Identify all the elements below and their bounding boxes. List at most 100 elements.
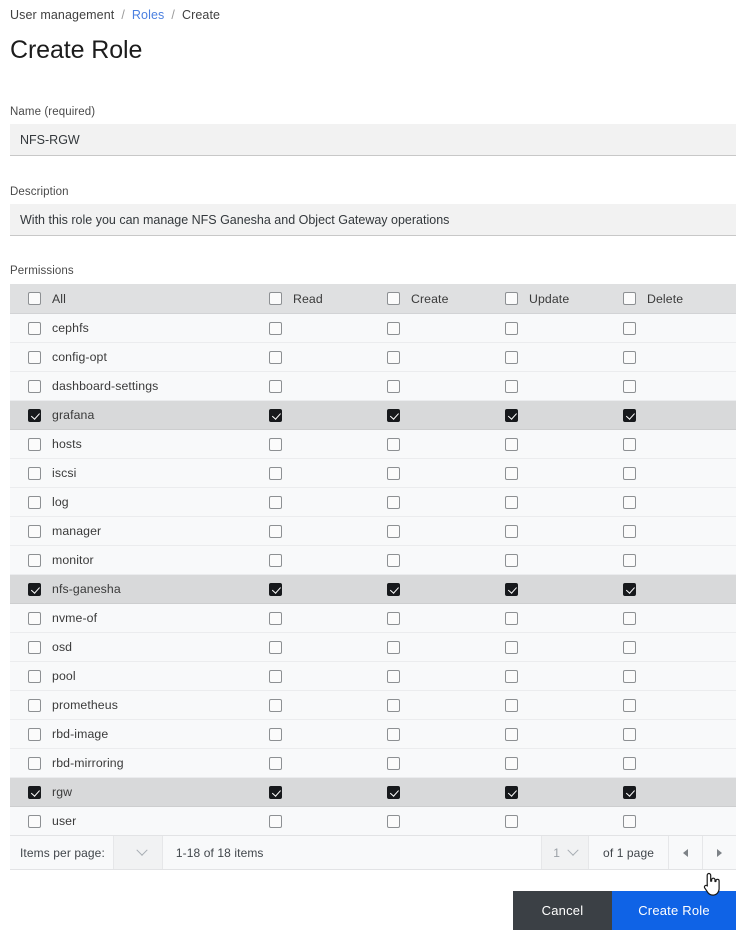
- checkbox-update-cephfs[interactable]: [505, 321, 518, 335]
- checkbox-all-config-opt[interactable]: [28, 350, 41, 364]
- checkbox-read-dashboard-settings[interactable]: [269, 379, 282, 393]
- checkbox-delete-rgw[interactable]: [623, 785, 636, 799]
- checkbox-create-grafana[interactable]: [387, 408, 400, 422]
- breadcrumb-item-user-management[interactable]: User management: [10, 8, 114, 22]
- checkbox-read-rbd-image[interactable]: [269, 727, 282, 741]
- checkbox-header-read[interactable]: [269, 292, 282, 305]
- checkbox-read-config-opt[interactable]: [269, 350, 282, 364]
- checkbox-create-pool[interactable]: [387, 669, 400, 683]
- checkbox-delete-dashboard-settings[interactable]: [623, 379, 636, 393]
- checkbox-update-nfs-ganesha[interactable]: [505, 582, 518, 596]
- checkbox-all-nvme-of[interactable]: [28, 611, 41, 625]
- checkbox-update-prometheus[interactable]: [505, 698, 518, 712]
- checkbox-all-rbd-mirroring[interactable]: [28, 756, 41, 770]
- checkbox-header-update[interactable]: [505, 292, 518, 305]
- checkbox-all-user[interactable]: [28, 814, 41, 828]
- checkbox-header-create[interactable]: [387, 292, 400, 305]
- checkbox-create-monitor[interactable]: [387, 553, 400, 567]
- checkbox-delete-log[interactable]: [623, 495, 636, 509]
- checkbox-create-nvme-of[interactable]: [387, 611, 400, 625]
- previous-page-button[interactable]: [669, 836, 703, 869]
- checkbox-all-manager[interactable]: [28, 524, 41, 538]
- checkbox-update-pool[interactable]: [505, 669, 518, 683]
- checkbox-read-nfs-ganesha[interactable]: [269, 582, 282, 596]
- checkbox-create-rbd-image[interactable]: [387, 727, 400, 741]
- checkbox-read-rbd-mirroring[interactable]: [269, 756, 282, 770]
- checkbox-delete-iscsi[interactable]: [623, 466, 636, 480]
- checkbox-delete-rbd-mirroring[interactable]: [623, 756, 636, 770]
- checkbox-all-grafana[interactable]: [28, 408, 41, 422]
- breadcrumb-item-roles[interactable]: Roles: [132, 8, 164, 22]
- checkbox-delete-pool[interactable]: [623, 669, 636, 683]
- checkbox-all-rbd-image[interactable]: [28, 727, 41, 741]
- checkbox-read-hosts[interactable]: [269, 437, 282, 451]
- checkbox-delete-user[interactable]: [623, 814, 636, 828]
- checkbox-create-config-opt[interactable]: [387, 350, 400, 364]
- checkbox-update-rgw[interactable]: [505, 785, 518, 799]
- checkbox-update-log[interactable]: [505, 495, 518, 509]
- checkbox-delete-monitor[interactable]: [623, 553, 636, 567]
- checkbox-update-monitor[interactable]: [505, 553, 518, 567]
- description-input[interactable]: [10, 204, 736, 236]
- checkbox-update-grafana[interactable]: [505, 408, 518, 422]
- checkbox-update-dashboard-settings[interactable]: [505, 379, 518, 393]
- checkbox-header-all[interactable]: [28, 292, 41, 305]
- checkbox-all-cephfs[interactable]: [28, 321, 41, 335]
- checkbox-create-log[interactable]: [387, 495, 400, 509]
- checkbox-read-log[interactable]: [269, 495, 282, 509]
- checkbox-header-delete[interactable]: [623, 292, 636, 305]
- checkbox-all-osd[interactable]: [28, 640, 41, 654]
- checkbox-update-config-opt[interactable]: [505, 350, 518, 364]
- checkbox-create-nfs-ganesha[interactable]: [387, 582, 400, 596]
- checkbox-delete-grafana[interactable]: [623, 408, 636, 422]
- checkbox-delete-hosts[interactable]: [623, 437, 636, 451]
- checkbox-read-osd[interactable]: [269, 640, 282, 654]
- name-input[interactable]: [10, 124, 736, 156]
- checkbox-read-manager[interactable]: [269, 524, 282, 538]
- checkbox-create-hosts[interactable]: [387, 437, 400, 451]
- checkbox-delete-osd[interactable]: [623, 640, 636, 654]
- checkbox-read-cephfs[interactable]: [269, 321, 282, 335]
- checkbox-create-osd[interactable]: [387, 640, 400, 654]
- checkbox-delete-rbd-image[interactable]: [623, 727, 636, 741]
- checkbox-read-monitor[interactable]: [269, 553, 282, 567]
- checkbox-read-nvme-of[interactable]: [269, 611, 282, 625]
- checkbox-create-user[interactable]: [387, 814, 400, 828]
- checkbox-all-dashboard-settings[interactable]: [28, 379, 41, 393]
- checkbox-delete-manager[interactable]: [623, 524, 636, 538]
- checkbox-update-iscsi[interactable]: [505, 466, 518, 480]
- cancel-button[interactable]: Cancel: [513, 891, 612, 930]
- checkbox-all-log[interactable]: [28, 495, 41, 509]
- checkbox-delete-cephfs[interactable]: [623, 321, 636, 335]
- checkbox-all-nfs-ganesha[interactable]: [28, 582, 41, 596]
- checkbox-create-cephfs[interactable]: [387, 321, 400, 335]
- checkbox-all-hosts[interactable]: [28, 437, 41, 451]
- checkbox-read-user[interactable]: [269, 814, 282, 828]
- checkbox-read-prometheus[interactable]: [269, 698, 282, 712]
- checkbox-read-grafana[interactable]: [269, 408, 282, 422]
- next-page-button[interactable]: [703, 836, 736, 869]
- checkbox-update-rbd-image[interactable]: [505, 727, 518, 741]
- checkbox-update-rbd-mirroring[interactable]: [505, 756, 518, 770]
- checkbox-create-iscsi[interactable]: [387, 466, 400, 480]
- checkbox-update-manager[interactable]: [505, 524, 518, 538]
- create-role-button[interactable]: Create Role: [612, 891, 736, 930]
- checkbox-update-osd[interactable]: [505, 640, 518, 654]
- checkbox-update-user[interactable]: [505, 814, 518, 828]
- checkbox-delete-nfs-ganesha[interactable]: [623, 582, 636, 596]
- checkbox-create-manager[interactable]: [387, 524, 400, 538]
- checkbox-all-pool[interactable]: [28, 669, 41, 683]
- checkbox-delete-config-opt[interactable]: [623, 350, 636, 364]
- items-per-page-select[interactable]: [113, 836, 162, 869]
- checkbox-update-hosts[interactable]: [505, 437, 518, 451]
- checkbox-read-rgw[interactable]: [269, 785, 282, 799]
- checkbox-create-prometheus[interactable]: [387, 698, 400, 712]
- checkbox-all-rgw[interactable]: [28, 785, 41, 799]
- checkbox-delete-prometheus[interactable]: [623, 698, 636, 712]
- checkbox-read-iscsi[interactable]: [269, 466, 282, 480]
- checkbox-delete-nvme-of[interactable]: [623, 611, 636, 625]
- checkbox-create-rbd-mirroring[interactable]: [387, 756, 400, 770]
- checkbox-all-iscsi[interactable]: [28, 466, 41, 480]
- checkbox-all-monitor[interactable]: [28, 553, 41, 567]
- checkbox-update-nvme-of[interactable]: [505, 611, 518, 625]
